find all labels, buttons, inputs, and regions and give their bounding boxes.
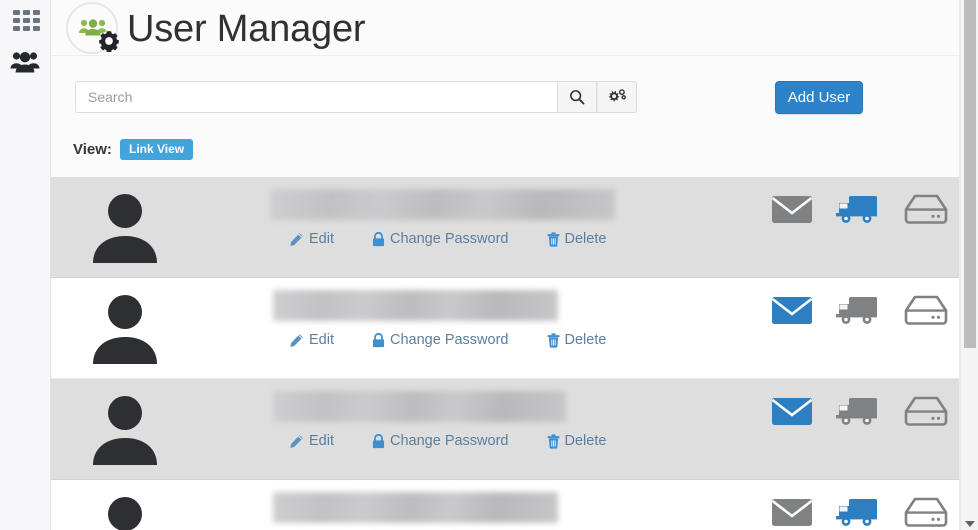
envelope-icon[interactable] (771, 294, 813, 326)
delete-label: Delete (564, 433, 607, 449)
user-avatar-icon (93, 396, 157, 465)
search-input[interactable] (75, 81, 557, 113)
pencil-icon (290, 434, 303, 448)
lock-icon (372, 433, 385, 448)
edit-label: Edit (309, 433, 334, 449)
delete-label: Delete (564, 231, 607, 247)
table-row[interactable]: Edit Change Password (51, 480, 978, 530)
truck-icon[interactable] (836, 395, 880, 427)
row-action-links: Edit Change Password Delete (289, 433, 606, 449)
scrollbar-thumb[interactable] (964, 0, 976, 348)
search-group (75, 81, 637, 113)
row-status-icons (771, 496, 949, 528)
pencil-icon (290, 232, 303, 246)
gear-icon (98, 30, 120, 52)
grid-apps-icon (12, 9, 40, 31)
row-status-icons (771, 294, 949, 326)
truck-icon[interactable] (836, 496, 880, 528)
search-button[interactable] (557, 81, 597, 113)
user-avatar-icon (93, 295, 157, 364)
row-action-links: Edit Change Password Delete (289, 332, 606, 348)
left-sidebar (0, 0, 51, 530)
trash-icon (547, 332, 559, 348)
sidebar-item-apps[interactable] (0, 2, 50, 38)
hard-drive-icon[interactable] (903, 496, 949, 528)
change-password-link[interactable]: Change Password (372, 433, 509, 449)
trash-icon (547, 433, 559, 449)
trash-icon (547, 231, 559, 247)
page-header: User Manager (51, 0, 978, 56)
view-toggle-link-view[interactable]: Link View (120, 139, 194, 160)
row-status-icons (771, 193, 949, 225)
pencil-icon (290, 333, 303, 347)
delete-link[interactable]: Delete (547, 433, 607, 449)
change-password-label: Change Password (390, 433, 509, 449)
user-list: Edit Change Password Delete Edit Change … (51, 177, 978, 530)
delete-link[interactable]: Delete (547, 332, 607, 348)
change-password-label: Change Password (390, 332, 509, 348)
user-avatar-icon (108, 497, 142, 530)
lock-icon (372, 231, 385, 246)
user-avatar-icon (93, 194, 157, 263)
toolbar: Add User (51, 56, 978, 159)
search-icon (570, 90, 585, 105)
row-action-links: Edit Change Password Delete (289, 231, 606, 247)
add-user-button[interactable]: Add User (775, 81, 863, 114)
gears-icon (608, 89, 626, 102)
truck-icon[interactable] (836, 294, 880, 326)
page-title: User Manager (127, 8, 366, 50)
user-name-redacted (273, 391, 566, 422)
view-label: View: (73, 141, 112, 158)
user-name-redacted (273, 290, 558, 321)
row-status-icons (771, 395, 949, 427)
user-name-redacted (270, 189, 615, 220)
edit-link[interactable]: Edit (289, 231, 334, 247)
edit-link[interactable]: Edit (289, 433, 334, 449)
vertical-scrollbar[interactable] (960, 0, 978, 530)
table-row[interactable]: Edit Change Password (51, 278, 978, 379)
edit-label: Edit (309, 332, 334, 348)
sidebar-item-users[interactable] (0, 44, 50, 80)
edit-label: Edit (309, 231, 334, 247)
envelope-icon[interactable] (771, 496, 813, 528)
page-icon-badge (66, 2, 120, 54)
chevron-down-icon[interactable] (965, 521, 975, 527)
hard-drive-icon[interactable] (903, 294, 949, 326)
search-settings-button[interactable] (597, 81, 637, 113)
edit-link[interactable]: Edit (289, 332, 334, 348)
delete-label: Delete (564, 332, 607, 348)
truck-icon[interactable] (836, 193, 880, 225)
envelope-icon[interactable] (771, 193, 813, 225)
delete-link[interactable]: Delete (547, 231, 607, 247)
lock-icon (372, 332, 385, 347)
main-content: Add User View: Link View (51, 56, 978, 530)
table-row[interactable]: Edit Change Password (51, 379, 978, 480)
table-row[interactable]: Edit Change Password (51, 177, 978, 278)
change-password-link[interactable]: Change Password (372, 332, 509, 348)
view-bar: View: Link View (51, 128, 978, 177)
envelope-icon[interactable] (771, 395, 813, 427)
change-password-label: Change Password (390, 231, 509, 247)
user-name-redacted (273, 492, 558, 523)
change-password-link[interactable]: Change Password (372, 231, 509, 247)
users-group-icon (10, 52, 40, 73)
hard-drive-icon[interactable] (903, 395, 949, 427)
user-manager-window: User Manager Search Add User View: Link … (0, 0, 978, 530)
hard-drive-icon[interactable] (903, 193, 949, 225)
